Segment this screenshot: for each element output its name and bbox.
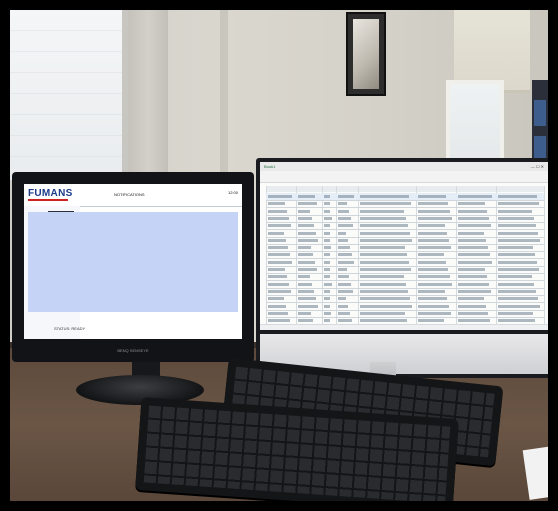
wall-picture-frame [346,12,386,96]
company-logo: FUMANS [28,188,73,199]
logo-underline [28,199,68,201]
left-app-title: NOTIFICATIONS [114,192,145,197]
left-app-time: 12:00 [227,190,238,195]
spreadsheet-status-bar [260,324,548,330]
left-app-main-area [28,212,238,312]
left-status-text: STATUS: READY [54,326,86,331]
spreadsheet-column-line [544,186,545,324]
spreadsheet-header-row [266,186,544,192]
door-frame [220,10,228,180]
monitor-brand: BENQ SENSEYE [117,348,149,353]
left-monitor: FUMANS NOTIFICATIONS 12:00 1.3 SAVE/EXIT… [12,172,254,362]
right-monitor: Book1 — ☐ ✕ [256,158,548,378]
left-window [10,10,128,180]
window-controls[interactable]: — ☐ ✕ [531,164,544,169]
right-monitor-screen: Book1 — ☐ ✕ [260,162,548,330]
left-app-header: FUMANS NOTIFICATIONS 12:00 [24,184,242,207]
spreadsheet-tab[interactable]: Book1 [264,164,275,169]
spreadsheet-grid[interactable] [266,186,545,326]
photo-scene: FUMANS NOTIFICATIONS 12:00 1.3 SAVE/EXIT… [10,10,548,501]
left-monitor-screen: FUMANS NOTIFICATIONS 12:00 1.3 SAVE/EXIT… [24,184,242,339]
framed-picture [353,19,379,89]
window-glass [10,10,122,180]
keyboard-keys [143,405,451,501]
spreadsheet-ribbon [260,171,548,183]
